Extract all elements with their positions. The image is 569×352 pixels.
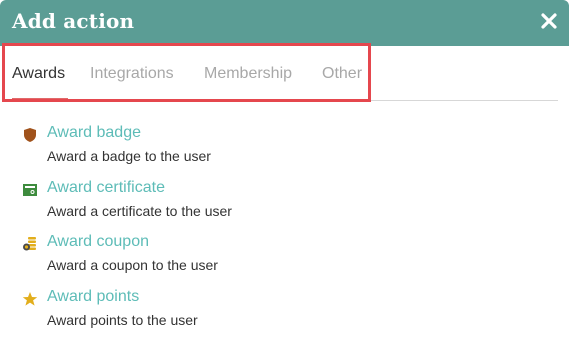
certificate-icon [23, 184, 37, 196]
close-button[interactable] [539, 11, 559, 31]
action-label[interactable]: Award certificate [47, 179, 165, 197]
active-tab-indicator [12, 98, 68, 101]
action-label[interactable]: Award points [47, 288, 139, 306]
tab-integrations[interactable]: Integrations [90, 65, 174, 83]
coupon-coins-icon [23, 237, 36, 251]
close-icon [541, 13, 557, 29]
star-icon [22, 292, 38, 306]
action-description: Award a certificate to the user [47, 203, 232, 219]
add-action-dialog: Add action Awards Integrations Membershi… [0, 0, 569, 352]
action-award-points[interactable]: Award points Award points to the user [22, 288, 542, 336]
action-label[interactable]: Award coupon [47, 233, 149, 251]
dialog-title: Add action [12, 9, 135, 33]
action-label[interactable]: Award badge [47, 124, 141, 142]
action-award-coupon[interactable]: Award coupon Award a coupon to the user [22, 233, 542, 281]
action-award-certificate[interactable]: Award certificate Award a certificate to… [22, 179, 542, 227]
action-tabs: Awards Integrations Membership Other [0, 46, 569, 102]
badge-shield-icon [24, 128, 36, 142]
action-description: Award a coupon to the user [47, 257, 218, 273]
dialog-header: Add action [0, 0, 569, 46]
tabs-divider [12, 100, 558, 101]
tab-awards[interactable]: Awards [12, 65, 65, 83]
action-description: Award a badge to the user [47, 148, 211, 164]
tab-other[interactable]: Other [322, 65, 362, 83]
tab-membership[interactable]: Membership [204, 65, 292, 83]
action-description: Award points to the user [47, 312, 198, 328]
action-award-badge[interactable]: Award badge Award a badge to the user [22, 124, 542, 172]
